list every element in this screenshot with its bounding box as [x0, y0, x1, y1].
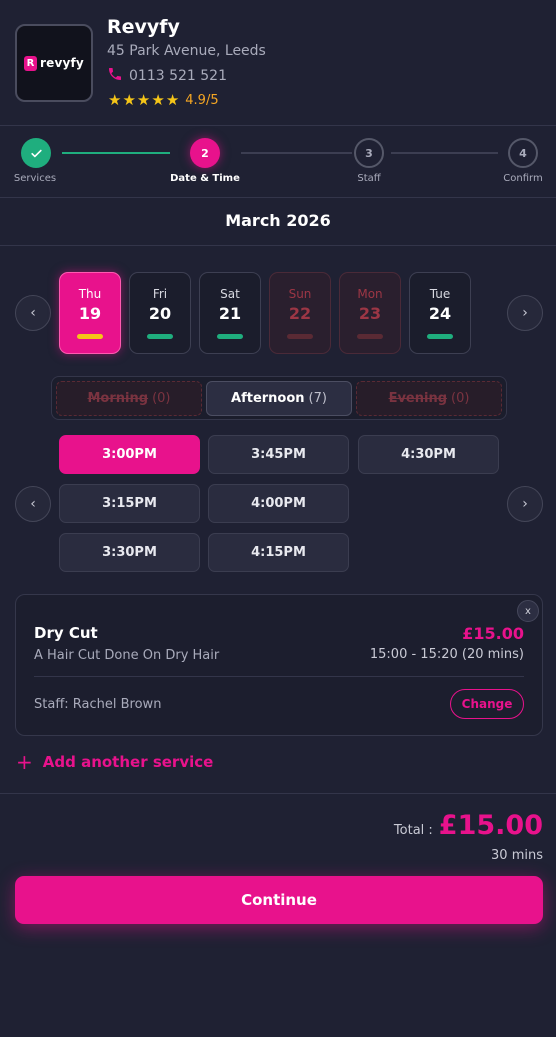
step-services[interactable] [21, 138, 51, 168]
day-card[interactable]: Sat 21 [199, 272, 261, 354]
chevron-left-icon: ‹ [30, 496, 36, 512]
total-value: £15.00 [438, 810, 543, 841]
time-slot[interactable]: 3:30PM [59, 533, 200, 572]
logo-text: revyfy [40, 56, 84, 70]
step-label-confirm: Confirm [503, 173, 543, 184]
time-slot[interactable]: 4:15PM [208, 533, 349, 572]
tab-label: Morning [87, 391, 149, 406]
change-staff-button[interactable]: Change [450, 689, 524, 719]
chevron-right-icon: › [522, 305, 528, 321]
availability-bar [147, 334, 173, 339]
day-name: Sat [220, 287, 240, 301]
service-staff: Staff: Rachel Brown [34, 697, 162, 712]
tab-count: (7) [308, 391, 327, 406]
business-logo: R revyfy [15, 24, 93, 102]
phone-icon [107, 66, 123, 86]
remove-service-button[interactable]: x [517, 600, 539, 622]
month-title: March 2026 [225, 211, 331, 230]
day-card[interactable]: Thu 19 [59, 272, 121, 354]
day-name: Fri [152, 287, 168, 301]
step-label-date-time: Date & Time [170, 173, 240, 184]
day-name: Tue [429, 287, 451, 301]
step-connector [391, 152, 498, 154]
service-time: 15:00 - 15:20 (20 mins) [369, 647, 524, 662]
tab-morning: Morning (0) [56, 381, 202, 416]
day-number: 24 [428, 304, 452, 323]
time-slot[interactable]: 4:00PM [208, 484, 349, 523]
day-card: Mon 23 [339, 272, 401, 354]
star-icon: ★ [151, 91, 165, 109]
star-icon: ★ [136, 91, 151, 109]
chevron-left-icon: ‹ [30, 305, 36, 321]
plus-icon: + [16, 750, 33, 774]
day-card[interactable]: Tue 24 [409, 272, 471, 354]
divider [0, 245, 556, 246]
service-name: Dry Cut [34, 624, 98, 642]
divider [0, 125, 556, 126]
rating: ★ ★ ★ ★ ★ 4.9/5 [108, 92, 219, 108]
day-name: Thu [78, 287, 102, 301]
step-label-services: Services [13, 173, 57, 184]
day-number: 21 [218, 304, 242, 323]
availability-bar [427, 334, 453, 339]
day-number: 22 [288, 304, 312, 323]
prev-slots-button[interactable]: ‹ [15, 486, 51, 522]
availability-bar [287, 334, 313, 339]
divider [0, 793, 556, 794]
day-name: Sun [288, 287, 312, 301]
chevron-right-icon: › [522, 496, 528, 512]
day-number: 23 [358, 304, 382, 323]
tab-count: (0) [451, 391, 470, 406]
star-icon: ★ [165, 91, 180, 109]
rating-text: 4.9/5 [185, 92, 219, 108]
tab-label: Afternoon [231, 391, 305, 406]
star-icon: ★ [108, 91, 122, 109]
next-days-button[interactable]: › [507, 295, 543, 331]
service-price: £15.00 [462, 624, 524, 643]
business-name: Revyfy [107, 16, 180, 38]
availability-bar [217, 334, 243, 339]
close-icon: x [525, 605, 531, 617]
day-number: 19 [78, 304, 102, 323]
day-name: Mon [357, 287, 383, 301]
availability-bar [77, 334, 103, 339]
tab-evening: Evening (0) [356, 381, 502, 416]
continue-button[interactable]: Continue [15, 876, 543, 924]
step-date-time[interactable]: 2 [190, 138, 220, 168]
total-duration: 30 mins [491, 848, 543, 863]
business-address: 45 Park Avenue, Leeds [107, 43, 266, 59]
time-slot[interactable]: 3:00PM [59, 435, 200, 474]
total: Total : £15.00 [394, 810, 543, 841]
add-service-button[interactable]: + Add another service [16, 752, 213, 772]
day-card: Sun 22 [269, 272, 331, 354]
add-service-label: Add another service [42, 753, 214, 771]
check-icon [30, 149, 42, 157]
service-description: A Hair Cut Done On Dry Hair [34, 648, 220, 663]
step-label-staff: Staff [357, 173, 381, 184]
tab-label: Evening [388, 391, 448, 406]
time-slot[interactable]: 3:45PM [208, 435, 349, 474]
day-card[interactable]: Fri 20 [129, 272, 191, 354]
next-slots-button[interactable]: › [507, 486, 543, 522]
step-connector [62, 152, 170, 154]
day-number: 20 [148, 304, 172, 323]
divider [34, 676, 524, 677]
time-slot[interactable]: 4:30PM [358, 435, 499, 474]
step-confirm[interactable]: 4 [508, 138, 538, 168]
time-slot[interactable]: 3:15PM [59, 484, 200, 523]
tab-afternoon[interactable]: Afternoon (7) [206, 381, 352, 416]
divider [0, 197, 556, 198]
availability-bar [357, 334, 383, 339]
logo-mark: R [24, 55, 38, 71]
total-label: Total : [393, 823, 433, 838]
star-icon: ★ [122, 91, 136, 109]
tab-count: (0) [152, 391, 171, 406]
step-connector [241, 152, 352, 154]
business-phone[interactable]: 0113 521 521 [107, 66, 227, 86]
step-staff[interactable]: 3 [354, 138, 384, 168]
phone-number: 0113 521 521 [129, 68, 227, 84]
prev-days-button[interactable]: ‹ [15, 295, 51, 331]
